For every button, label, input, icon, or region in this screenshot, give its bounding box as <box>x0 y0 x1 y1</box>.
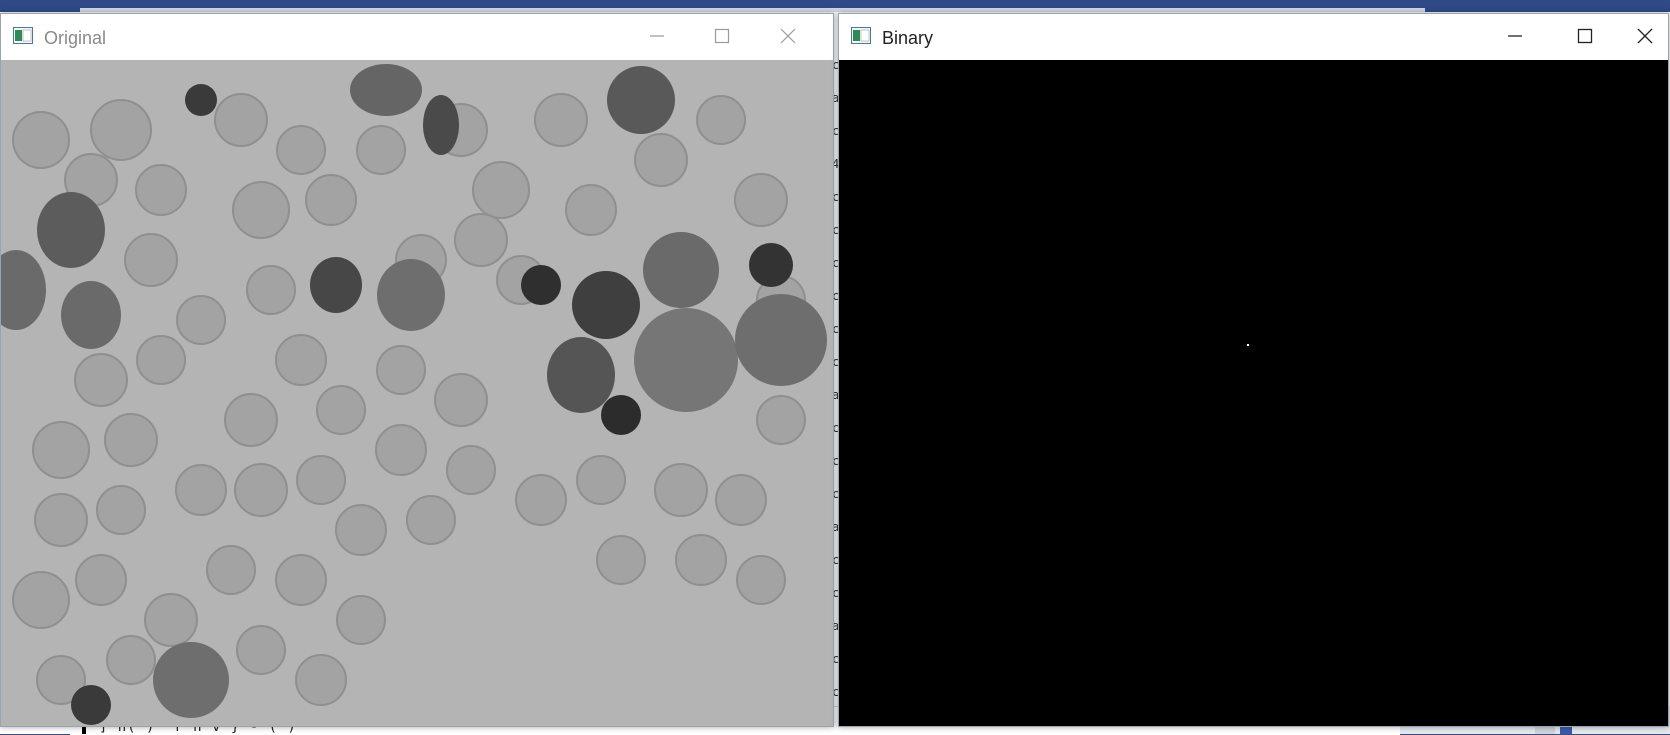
app-window-icon <box>13 27 33 44</box>
original-image <box>1 60 833 726</box>
window-title: Binary <box>882 28 934 48</box>
close-icon <box>780 28 796 44</box>
original-title-bar[interactable]: Original <box>1 14 833 60</box>
original-window[interactable]: Original <box>0 13 834 727</box>
app-window-icon <box>851 27 871 44</box>
close-button[interactable] <box>765 14 811 60</box>
maximize-button[interactable] <box>1562 14 1608 60</box>
minimize-button[interactable] <box>634 14 680 60</box>
window-title: Original <box>44 28 107 48</box>
binary-pixel <box>1247 344 1249 346</box>
maximize-icon <box>1577 28 1593 44</box>
minimize-icon <box>650 35 664 37</box>
close-icon <box>1637 28 1653 44</box>
minimize-button[interactable] <box>1492 14 1538 60</box>
close-button[interactable] <box>1622 14 1668 60</box>
binary-title-bar[interactable]: Binary <box>839 14 1668 60</box>
maximize-icon <box>714 28 730 44</box>
minimize-icon <box>1508 35 1522 37</box>
blood-smear-image <box>1 60 833 726</box>
binary-image <box>839 60 1668 726</box>
binary-window[interactable]: Binary <box>838 13 1669 727</box>
binary-output-image <box>839 60 1668 726</box>
maximize-button[interactable] <box>699 14 745 60</box>
